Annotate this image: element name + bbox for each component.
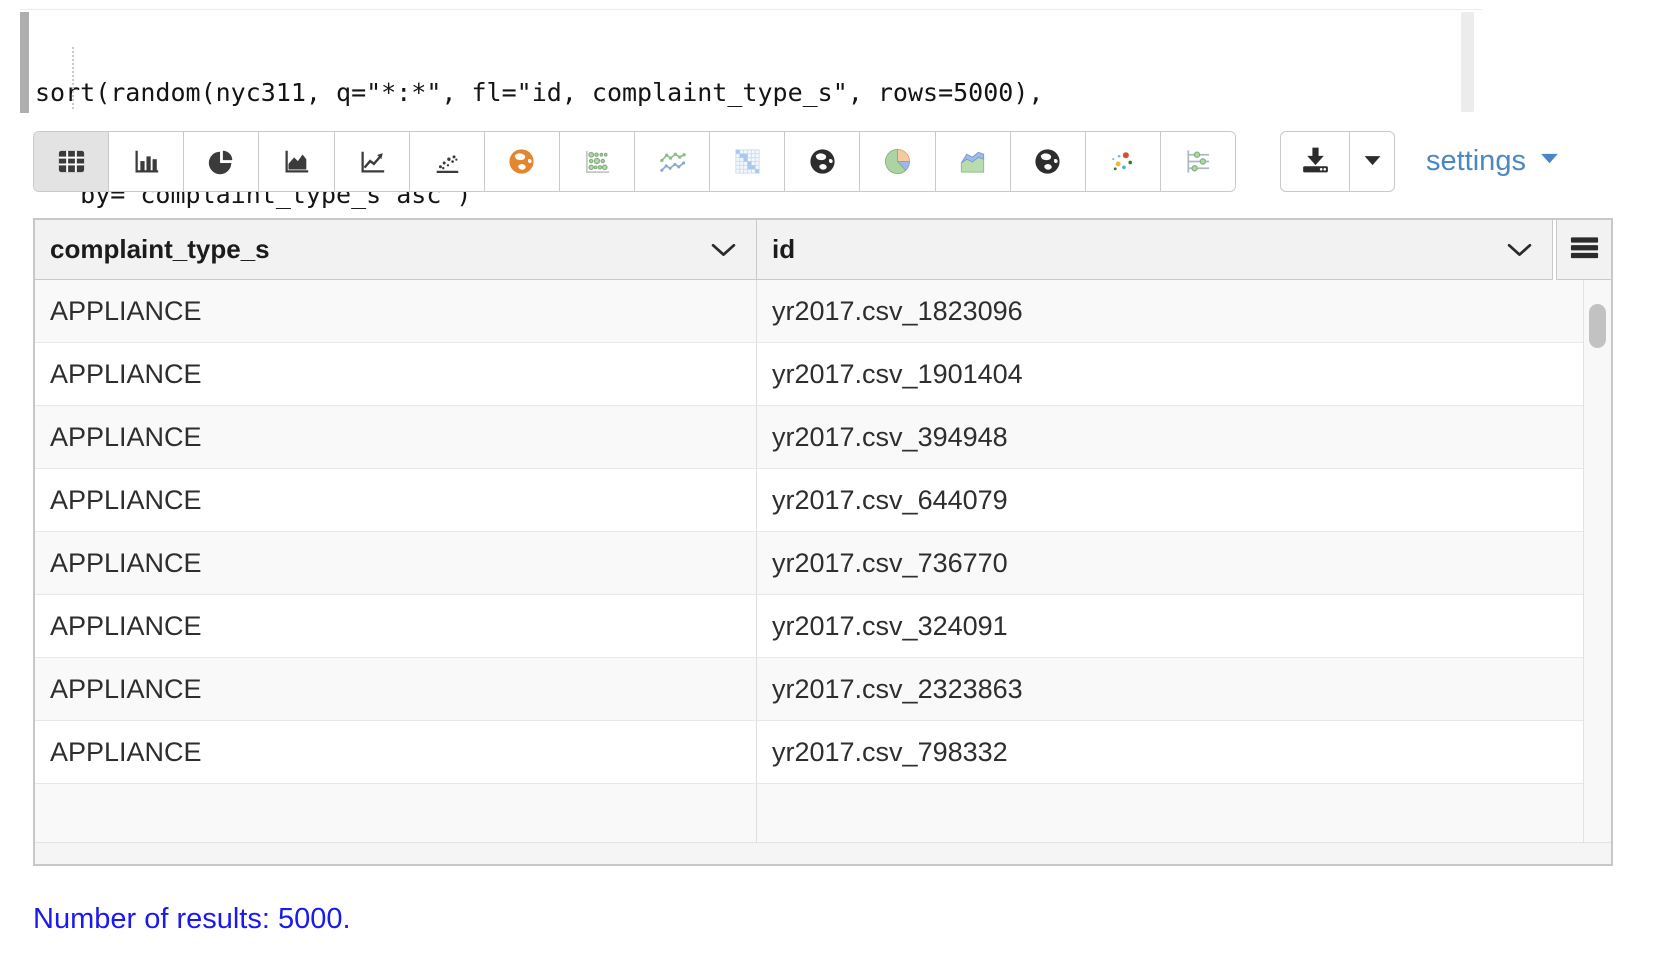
table-row-partial bbox=[35, 784, 1583, 842]
area-color-icon bbox=[957, 146, 988, 177]
settings-dropdown[interactable]: settings bbox=[1426, 131, 1562, 192]
table-row: APPLIANCEyr2017.csv_324091 bbox=[35, 595, 1583, 658]
caret-down-icon bbox=[1359, 146, 1386, 178]
cell-id: yr2017.csv_394948 bbox=[757, 406, 1583, 468]
globe-dark-icon bbox=[807, 146, 838, 177]
viz-heatmap-button[interactable] bbox=[710, 132, 785, 191]
scatter-color-icon bbox=[1107, 146, 1138, 177]
settings-label: settings bbox=[1426, 145, 1526, 178]
cell-complaint-type bbox=[35, 784, 757, 842]
table-icon bbox=[56, 146, 87, 177]
viz-multi-line-chart-button[interactable] bbox=[635, 132, 710, 191]
scatter-chart-icon bbox=[432, 147, 462, 177]
multi-line-chart-icon bbox=[657, 146, 688, 177]
cell-complaint-type: APPLIANCE bbox=[35, 343, 757, 405]
viz-scatter-color-button[interactable] bbox=[1086, 132, 1161, 191]
pie-color-icon bbox=[882, 146, 913, 177]
column-header-complaint-type[interactable]: complaint_type_s bbox=[35, 220, 757, 280]
cell-complaint-type: APPLIANCE bbox=[35, 595, 757, 657]
viz-button-group bbox=[33, 131, 1236, 192]
viz-line-chart-button[interactable] bbox=[335, 132, 410, 191]
editor-gutter-bar bbox=[20, 12, 29, 113]
column-header-label: complaint_type_s bbox=[50, 234, 270, 265]
cell-id: yr2017.csv_1901404 bbox=[757, 343, 1583, 405]
results-count: Number of results: 5000. bbox=[33, 903, 351, 936]
table-header-row: complaint_type_s id bbox=[35, 220, 1611, 280]
download-split-button bbox=[1280, 131, 1395, 192]
viz-stacked-area-chart-button[interactable] bbox=[936, 132, 1011, 191]
viz-parallel-coords-button[interactable] bbox=[1161, 132, 1235, 191]
cell-id: yr2017.csv_736770 bbox=[757, 532, 1583, 594]
cell-id: yr2017.csv_798332 bbox=[757, 721, 1583, 783]
editor-scrollbar[interactable] bbox=[1461, 12, 1474, 112]
cell-complaint-type: APPLIANCE bbox=[35, 721, 757, 783]
cell-complaint-type: APPLIANCE bbox=[35, 469, 757, 531]
viz-bar-chart-button[interactable] bbox=[109, 132, 184, 191]
column-header-id[interactable]: id bbox=[757, 220, 1553, 280]
cell-complaint-type: APPLIANCE bbox=[35, 280, 757, 342]
viz-area-chart-button[interactable] bbox=[259, 132, 334, 191]
bar-chart-icon bbox=[131, 147, 161, 177]
viz-world-map-button[interactable] bbox=[1011, 132, 1086, 191]
cell-id: yr2017.csv_2323863 bbox=[757, 658, 1583, 720]
viz-pie-chart-button[interactable] bbox=[184, 132, 259, 191]
download-caret-button[interactable] bbox=[1350, 132, 1394, 191]
viz-scatter-chart-button[interactable] bbox=[410, 132, 485, 191]
chevron-down-icon[interactable] bbox=[711, 234, 736, 265]
caret-down-icon bbox=[1537, 145, 1562, 178]
cell-complaint-type: APPLIANCE bbox=[35, 532, 757, 594]
hamburger-menu-icon bbox=[1569, 232, 1600, 268]
heatmap-icon bbox=[732, 146, 763, 177]
viz-geo-map-button[interactable] bbox=[785, 132, 860, 191]
viz-map-globe-orange-button[interactable] bbox=[485, 132, 560, 191]
area-chart-icon bbox=[281, 147, 311, 177]
table-rows: APPLIANCEyr2017.csv_1823096APPLIANCEyr20… bbox=[35, 280, 1583, 842]
results-table: complaint_type_s id APPLIANCEyr2017.csv_… bbox=[33, 218, 1613, 866]
line-chart-icon bbox=[357, 147, 387, 177]
cell-complaint-type: APPLIANCE bbox=[35, 658, 757, 720]
sliders-icon bbox=[1182, 146, 1213, 177]
table-row: APPLIANCEyr2017.csv_1823096 bbox=[35, 280, 1583, 343]
pie-chart-icon bbox=[206, 147, 236, 177]
cell-id bbox=[757, 784, 1583, 842]
table-body: APPLIANCEyr2017.csv_1823096APPLIANCEyr20… bbox=[35, 280, 1611, 842]
viz-pie-chart-color-button[interactable] bbox=[860, 132, 935, 191]
viz-table-button[interactable] bbox=[34, 132, 109, 191]
cell-complaint-type: APPLIANCE bbox=[35, 406, 757, 468]
download-icon bbox=[1299, 143, 1332, 181]
table-row: APPLIANCEyr2017.csv_1901404 bbox=[35, 343, 1583, 406]
table-horizontal-scrollbar[interactable] bbox=[35, 842, 1611, 864]
table-row: APPLIANCEyr2017.csv_736770 bbox=[35, 532, 1583, 595]
table-menu-button[interactable] bbox=[1556, 220, 1611, 280]
table-row: APPLIANCEyr2017.csv_798332 bbox=[35, 721, 1583, 784]
code-line: sort(random(nyc311, q="*:*", fl="id, com… bbox=[35, 76, 1043, 110]
table-row: APPLIANCEyr2017.csv_644079 bbox=[35, 469, 1583, 532]
globe-dark-icon bbox=[1032, 146, 1063, 177]
cell-id: yr2017.csv_644079 bbox=[757, 469, 1583, 531]
table-scrollbar[interactable] bbox=[1583, 280, 1611, 842]
viz-bubble-chart-button[interactable] bbox=[560, 132, 635, 191]
table-scrollbar-thumb[interactable] bbox=[1589, 304, 1606, 348]
indent-guide bbox=[72, 47, 74, 109]
column-header-label: id bbox=[772, 234, 795, 265]
download-button[interactable] bbox=[1281, 132, 1350, 191]
table-row: APPLIANCEyr2017.csv_2323863 bbox=[35, 658, 1583, 721]
cell-id: yr2017.csv_1823096 bbox=[757, 280, 1583, 342]
table-row: APPLIANCEyr2017.csv_394948 bbox=[35, 406, 1583, 469]
bubble-chart-icon bbox=[581, 146, 612, 177]
cell-id: yr2017.csv_324091 bbox=[757, 595, 1583, 657]
globe-orange-icon bbox=[506, 146, 537, 177]
code-editor[interactable]: sort(random(nyc311, q="*:*", fl="id, com… bbox=[0, 0, 1500, 120]
chevron-down-icon[interactable] bbox=[1507, 234, 1532, 265]
